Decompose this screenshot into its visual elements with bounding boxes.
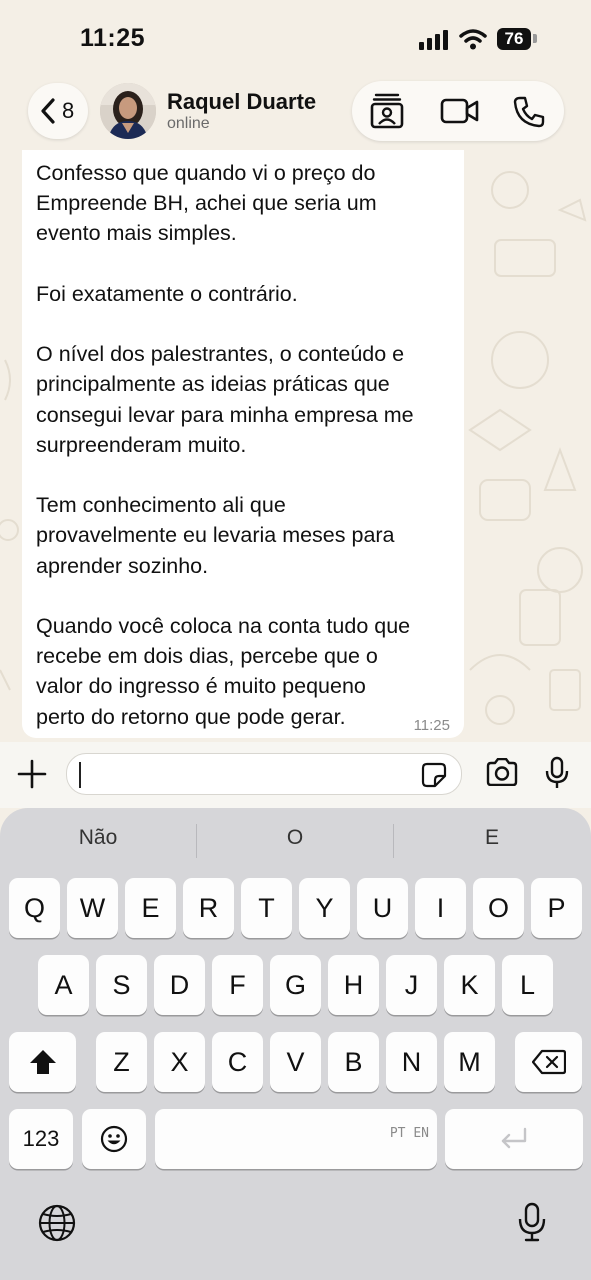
sticker-icon[interactable] [421, 762, 447, 788]
key-u[interactable]: U [357, 878, 408, 938]
emoji-icon [100, 1125, 128, 1153]
status-bar: 11:25 76 [0, 0, 591, 80]
language-hint: PT EN [389, 1126, 429, 1141]
key-l[interactable]: L [502, 955, 553, 1015]
shift-key[interactable] [9, 1032, 76, 1092]
microphone-icon[interactable] [545, 756, 569, 790]
message-time: 11:25 [413, 717, 450, 734]
message-bubble[interactable]: Confesso que quando vi o preço do Empree… [22, 150, 464, 738]
key-y[interactable]: Y [299, 878, 350, 938]
key-c[interactable]: C [212, 1032, 263, 1092]
key-k[interactable]: K [444, 955, 495, 1015]
key-j[interactable]: J [386, 955, 437, 1015]
chat-area: Confesso que quando vi o preço do Empree… [0, 150, 591, 742]
key-v[interactable]: V [270, 1032, 321, 1092]
video-call-icon[interactable] [440, 97, 480, 125]
key-t[interactable]: T [241, 878, 292, 938]
key-e[interactable]: E [125, 878, 176, 938]
wifi-icon [459, 29, 487, 50]
contact-photo [100, 83, 156, 139]
key-h[interactable]: H [328, 955, 379, 1015]
numbers-key[interactable]: 123 [9, 1109, 73, 1169]
return-icon [501, 1127, 527, 1149]
suggestion-2[interactable]: O [197, 826, 393, 850]
shift-icon [29, 1050, 56, 1074]
suggestion-3[interactable]: E [394, 826, 590, 850]
camera-icon[interactable] [485, 758, 519, 786]
key-i[interactable]: I [415, 878, 466, 938]
back-button[interactable]: 8 [28, 83, 88, 139]
emoji-key[interactable] [82, 1109, 146, 1169]
key-a[interactable]: A [38, 955, 89, 1015]
key-r[interactable]: R [183, 878, 234, 938]
contact-card-icon[interactable] [370, 93, 404, 129]
key-w[interactable]: W [67, 878, 118, 938]
backspace-icon [531, 1049, 566, 1075]
text-caret [79, 762, 81, 788]
key-g[interactable]: G [270, 955, 321, 1015]
message-text: Confesso que quando vi o preço do Empree… [36, 161, 414, 729]
key-p[interactable]: P [531, 878, 582, 938]
contact-status: online [167, 115, 210, 132]
key-n[interactable]: N [386, 1032, 437, 1092]
cellular-signal-icon [419, 30, 448, 50]
call-actions [352, 81, 564, 141]
phone-call-icon[interactable] [512, 95, 546, 129]
battery-icon: 76 [497, 28, 531, 50]
space-key[interactable]: PT EN [155, 1109, 437, 1169]
plus-icon[interactable] [17, 759, 47, 789]
key-f[interactable]: F [212, 955, 263, 1015]
battery-cap [533, 34, 537, 43]
clock: 11:25 [80, 24, 146, 52]
suggestion-1[interactable]: Não [0, 826, 196, 850]
key-z[interactable]: Z [96, 1032, 147, 1092]
key-m[interactable]: M [444, 1032, 495, 1092]
key-o[interactable]: O [473, 878, 524, 938]
contact-name[interactable]: Raquel Duarte [167, 89, 316, 115]
avatar[interactable] [100, 83, 156, 139]
key-b[interactable]: B [328, 1032, 379, 1092]
return-key[interactable] [445, 1109, 583, 1169]
delete-key[interactable] [515, 1032, 582, 1092]
message-input[interactable] [66, 753, 462, 795]
key-x[interactable]: X [154, 1032, 205, 1092]
dictation-mic-icon[interactable] [518, 1202, 546, 1242]
unread-count: 8 [62, 98, 75, 123]
keyboard: Não O E Q W E R T Y U I O P A S D F G H … [0, 808, 591, 1280]
key-q[interactable]: Q [9, 878, 60, 938]
chevron-left-icon [41, 98, 55, 124]
key-d[interactable]: D [154, 955, 205, 1015]
globe-icon[interactable] [38, 1204, 76, 1242]
key-s[interactable]: S [96, 955, 147, 1015]
composer-bar [0, 742, 591, 808]
